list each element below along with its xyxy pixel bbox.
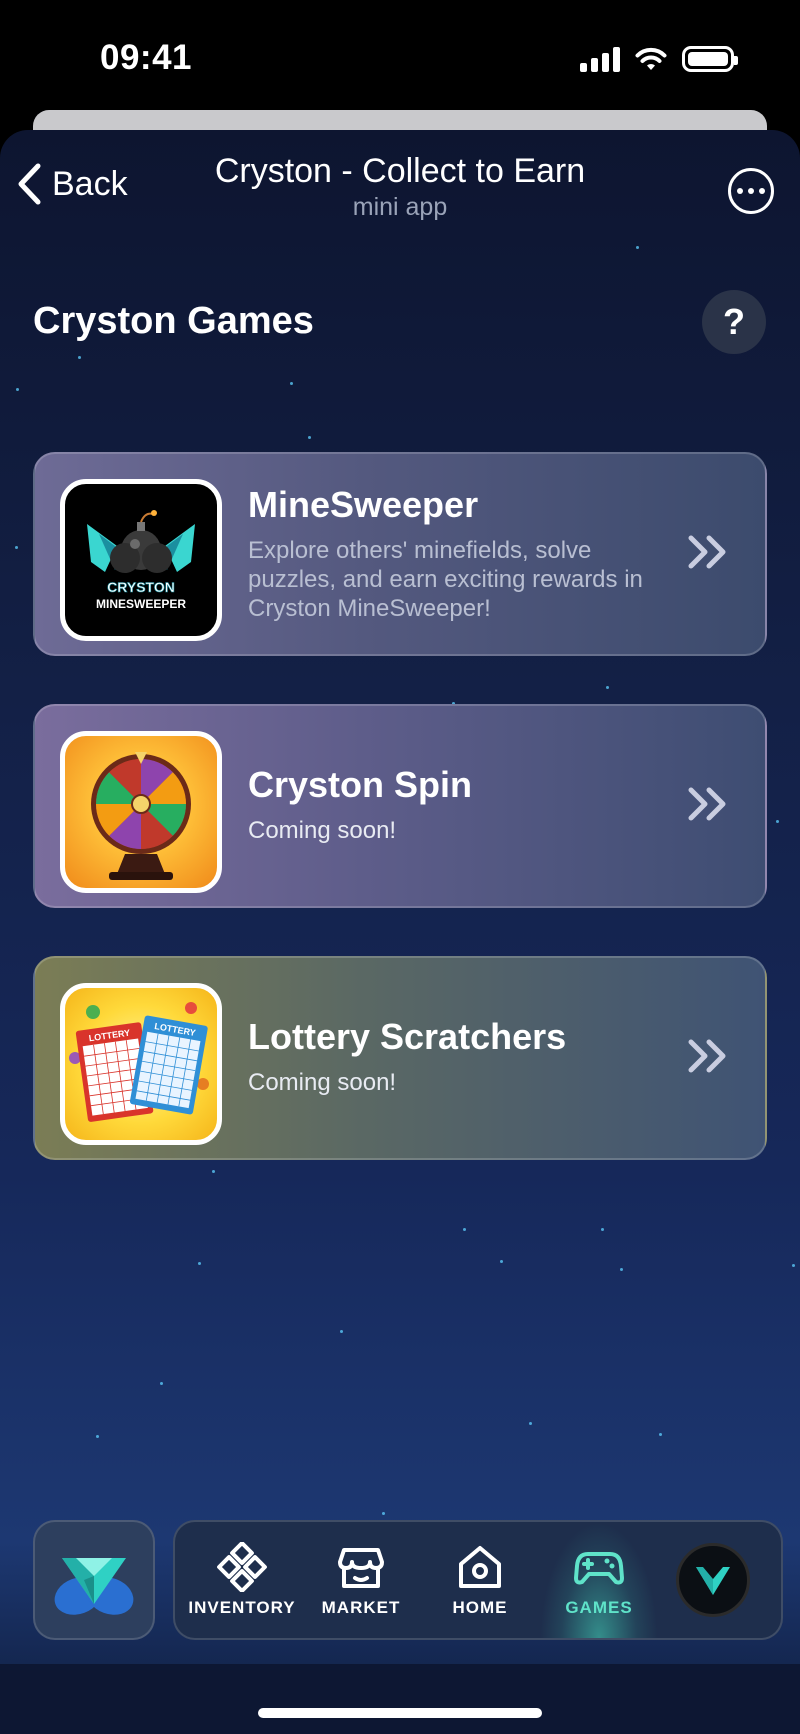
game-title: Cryston Spin [248,764,473,805]
double-chevron-right-icon [688,787,726,821]
gamepad-icon [574,1552,624,1585]
mini-app-container: Back Cryston - Collect to Earn mini app … [0,130,800,1734]
section-title: Cryston Games [33,300,314,342]
game-card-cryston-spin[interactable]: Cryston Spin Coming soon! [33,704,767,908]
double-chevron-right-icon [688,535,726,569]
tab-inventory[interactable]: INVENTORY [183,1522,301,1638]
tab-games[interactable]: GAMES [540,1522,658,1638]
dot [748,188,754,194]
game-description: Explore others' minefields, solve puzzle… [248,537,643,622]
tab-label: MARKET [321,1598,401,1617]
tab-home[interactable]: HOME [421,1522,539,1638]
tab-label: HOME [452,1598,508,1617]
star-background [0,130,800,1734]
game-description: Coming soon! [248,817,397,844]
app-subtitle: mini app [352,193,448,221]
dot [737,188,743,194]
app-title: Cryston - Collect to Earn [214,152,586,190]
help-button[interactable]: ? [702,290,766,354]
status-bar: 09:41 [0,0,800,110]
game-card-minesweeper[interactable]: CRYSTON MINESWEEPER MineSweeper Explore … [33,452,767,656]
mini-app-header: Back Cryston - Collect to Earn mini app [0,130,800,240]
inventory-icon [217,1542,267,1592]
cryston-gem-icon [696,1567,730,1595]
game-description: Coming soon! [248,1069,397,1096]
bottom-safe-area [0,1664,800,1734]
game-title: MineSweeper [248,484,479,525]
dot [759,188,765,194]
battery-icon [682,46,738,72]
back-button[interactable]: Back [16,162,128,206]
more-options-button[interactable] [728,168,774,214]
chevron-left-icon [18,163,41,205]
status-icons [580,44,738,74]
wifi-icon [635,47,667,70]
cryston-logo-button[interactable] [33,1520,155,1640]
thumb-text: CRYSTON [107,579,175,595]
minesweeper-logo-icon: CRYSTON MINESWEEPER [87,510,195,611]
cryston-gem-icon [54,1558,134,1615]
market-icon [338,1548,384,1588]
tab-label: GAMES [565,1598,633,1617]
status-time: 09:41 [100,38,193,77]
title-block: Cryston - Collect to Earn mini app [170,152,630,222]
double-chevron-right-icon [688,1039,726,1073]
prize-wheel-icon [91,752,191,880]
minesweeper-thumbnail: CRYSTON MINESWEEPER [60,479,222,641]
game-card-lottery-scratchers[interactable]: LOTTERY LOTTERY Lottery Scratchers Comin… [33,956,767,1160]
home-indicator[interactable] [258,1708,542,1718]
tab-label: INVENTORY [188,1598,296,1617]
cellular-signal-icon [580,46,620,72]
home-icon [459,1546,501,1588]
profile-avatar-button[interactable] [676,1543,750,1617]
lottery-scratchers-thumbnail: LOTTERY LOTTERY [60,983,222,1145]
tab-market[interactable]: MARKET [302,1522,420,1638]
thumb-text: MINESWEEPER [96,597,186,611]
game-title: Lottery Scratchers [248,1016,567,1057]
cryston-spin-thumbnail [60,731,222,893]
back-label: Back [52,164,128,203]
lottery-tickets-icon: LOTTERY LOTTERY [69,1002,209,1122]
